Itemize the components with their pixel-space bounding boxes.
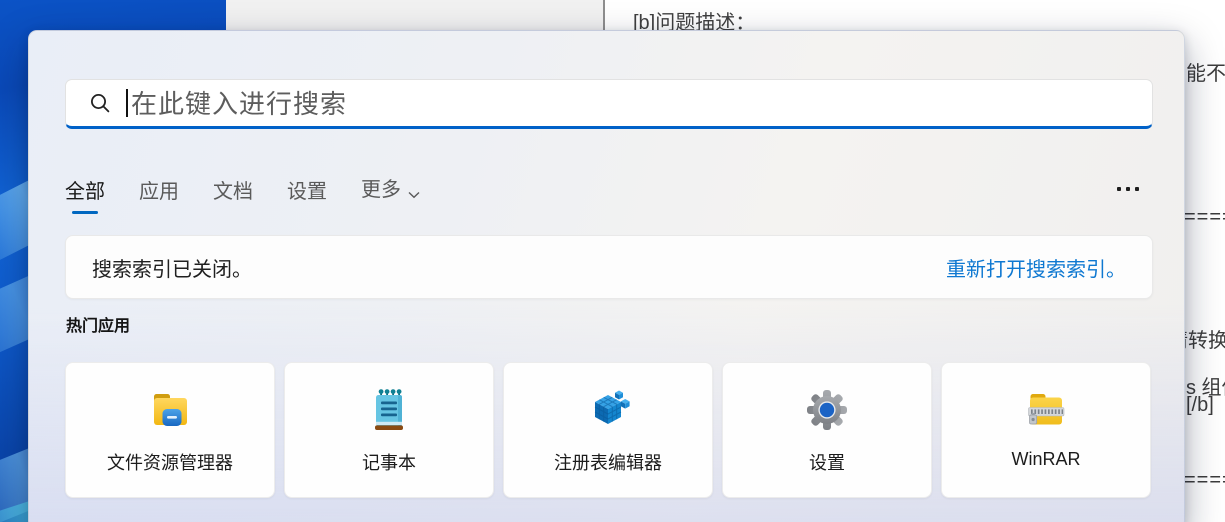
- search-filter-tabs: 全部 应用 文档 设置 更多: [65, 169, 1153, 219]
- search-placeholder: 在此键入进行搜索: [131, 84, 347, 123]
- background-text-fragment: [/b]: [1186, 394, 1214, 417]
- tab-settings[interactable]: 设置: [287, 171, 327, 218]
- app-tile-notepad[interactable]: 记事本: [284, 362, 494, 498]
- chevron-down-icon: [408, 182, 420, 205]
- app-tile-registry-editor[interactable]: 注册表编辑器: [503, 362, 713, 498]
- indexing-notice-banner: 搜索索引已关闭。 重新打开搜索索引。: [65, 235, 1153, 299]
- app-tile-label: 记事本: [362, 449, 416, 475]
- app-tile-file-explorer[interactable]: 文件资源管理器: [65, 362, 275, 498]
- indexing-notice-message: 搜索索引已关闭。: [92, 253, 252, 282]
- tab-more[interactable]: 更多: [361, 169, 420, 219]
- reopen-indexing-link[interactable]: 重新打开搜索索引。: [946, 253, 1126, 282]
- app-tile-label: 文件资源管理器: [107, 449, 233, 475]
- more-options-button[interactable]: [1117, 187, 1153, 191]
- screen: [b]问题描述： 能不 ====== 请转换 s 组件 [/b] ====== …: [0, 0, 1225, 522]
- tab-more-label: 更多: [361, 173, 401, 202]
- tab-all[interactable]: 全部: [65, 171, 105, 218]
- app-tile-label: 设置: [809, 449, 845, 475]
- background-page-divider: [603, 0, 605, 30]
- ellipsis-dot: [1117, 187, 1121, 191]
- app-tile-label: WinRAR: [1011, 449, 1080, 470]
- popular-apps-grid: 文件资源管理器: [65, 362, 1151, 498]
- popular-apps-heading: 热门应用: [66, 312, 130, 336]
- tab-apps[interactable]: 应用: [139, 171, 179, 218]
- background-page-strip: [226, 0, 603, 30]
- ellipsis-dot: [1126, 187, 1130, 191]
- settings-gear-icon: [803, 386, 851, 434]
- winrar-icon: [1022, 386, 1070, 434]
- app-tile-winrar[interactable]: WinRAR: [941, 362, 1151, 498]
- notepad-icon: [365, 386, 413, 434]
- search-icon: [88, 91, 112, 115]
- app-tile-settings[interactable]: 设置: [722, 362, 932, 498]
- background-text-fragment: ======: [1184, 469, 1225, 492]
- search-flyout-panel: 在此键入进行搜索 全部 应用 文档 设置 更多 搜索索引已关闭。: [28, 30, 1185, 522]
- background-text-fragment: ======: [1184, 206, 1225, 229]
- file-explorer-icon: [146, 386, 194, 434]
- search-input[interactable]: 在此键入进行搜索: [65, 79, 1153, 129]
- app-tile-label: 注册表编辑器: [554, 449, 662, 475]
- background-text-fragment: 能不: [1186, 57, 1225, 86]
- text-caret: [126, 89, 128, 117]
- tab-documents[interactable]: 文档: [213, 171, 253, 218]
- ellipsis-dot: [1135, 187, 1139, 191]
- registry-editor-icon: [584, 386, 632, 434]
